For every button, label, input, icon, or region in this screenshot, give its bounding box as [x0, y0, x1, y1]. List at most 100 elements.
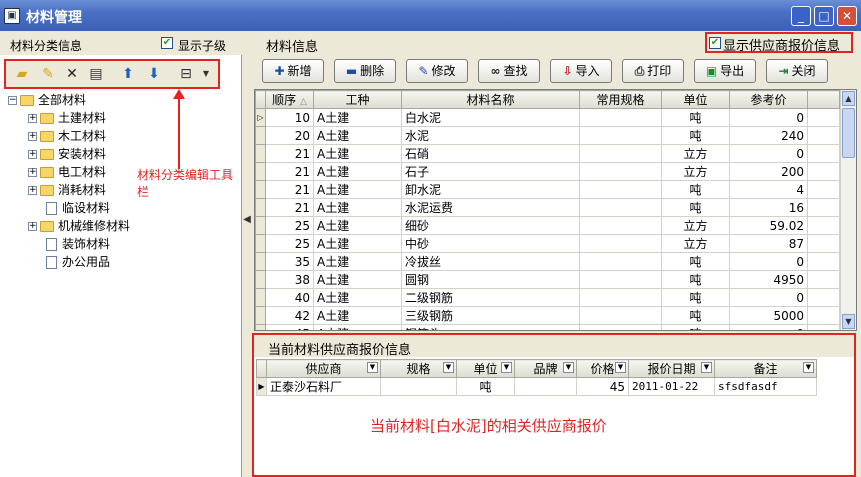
supplier-cell[interactable]: 2011-01-22 — [628, 377, 715, 396]
row-indicator[interactable] — [255, 198, 266, 217]
table-cell[interactable]: 38 — [265, 270, 314, 289]
close-button[interactable]: ⇥ 关闭 — [766, 59, 828, 83]
table-cell[interactable]: 40 — [265, 288, 314, 307]
table-cell[interactable]: 20 — [265, 126, 314, 145]
table-cell[interactable]: 0 — [729, 144, 808, 163]
show-children-checkbox[interactable]: ✔ — [161, 37, 173, 49]
filter-dropdown-icon[interactable]: ▼ — [501, 362, 512, 373]
delete-button[interactable]: ▬ 删除 — [334, 59, 396, 83]
table-cell[interactable]: 吨 — [661, 270, 730, 289]
column-header[interactable]: 常用规格 — [579, 90, 662, 109]
row-indicator[interactable] — [255, 288, 266, 307]
table-cell[interactable]: 钢筋头 — [401, 324, 580, 330]
edit-folder-icon[interactable]: ✎ — [38, 65, 58, 83]
table-cell[interactable] — [579, 270, 662, 289]
edit-button[interactable]: ✎ 修改 — [406, 59, 468, 83]
table-cell[interactable]: A土建 — [313, 234, 402, 253]
table-cell[interactable]: 25 — [265, 216, 314, 235]
table-cell[interactable]: 10 — [265, 108, 314, 127]
close-window-button[interactable]: ✕ — [837, 6, 857, 26]
supplier-grid[interactable]: 供应商 ▼ 规格 ▼ 单位 ▼ 品牌 ▼ 价格 ▼ 报价日期 ▼ 备注 ▼ ▶ 正泰沙石料厂吨 45 2011-… — [256, 359, 817, 396]
table-cell[interactable]: 0 — [729, 252, 808, 271]
supplier-column-header[interactable]: 备注 ▼ — [714, 359, 817, 378]
table-cell[interactable] — [579, 144, 662, 163]
table-cell[interactable]: A土建 — [313, 198, 402, 217]
tree-node-decoration[interactable]: 装饰材料 — [46, 235, 110, 251]
tree-node-all[interactable]: − 全部材料 — [8, 91, 86, 107]
table-cell[interactable]: 21 — [265, 180, 314, 199]
table-cell[interactable]: 4 — [729, 180, 808, 199]
table-cell[interactable]: A土建 — [313, 252, 402, 271]
table-cell[interactable]: 立方 — [661, 144, 730, 163]
table-cell[interactable]: 立方 — [661, 216, 730, 235]
supplier-cell[interactable] — [380, 377, 457, 396]
table-row[interactable]: 45A土建钢筋头 吨0 — [255, 324, 840, 330]
table-cell[interactable] — [579, 216, 662, 235]
table-cell[interactable] — [579, 108, 662, 127]
tree-node-machinery[interactable]: + 机械维修材料 — [28, 217, 130, 233]
table-row[interactable]: 21 A土建 水泥运费 吨 16 — [255, 198, 840, 217]
table-cell[interactable] — [579, 288, 662, 307]
table-cell[interactable]: A土建 — [313, 306, 402, 325]
table-cell[interactable]: 87 — [729, 234, 808, 253]
table-cell[interactable]: 21 — [265, 198, 314, 217]
table-row[interactable]: 21 A土建 石子 立方 200 — [255, 162, 840, 181]
scroll-down-icon[interactable]: ▼ — [842, 314, 855, 329]
table-cell[interactable]: 卸水泥 — [401, 180, 580, 199]
row-indicator[interactable] — [255, 126, 266, 145]
filter-dropdown-icon[interactable]: ▼ — [443, 362, 454, 373]
supplier-cell[interactable] — [514, 377, 577, 396]
expand-icon[interactable]: + — [28, 186, 37, 195]
expand-icon[interactable]: + — [28, 114, 37, 123]
table-cell[interactable] — [579, 234, 662, 253]
supplier-row[interactable]: ▶ 正泰沙石料厂 吨 45 2011-01-22 sfsdfasdf — [256, 377, 817, 396]
tree-node-office[interactable]: 办公用品 — [46, 253, 110, 269]
tree-node-civil[interactable]: + 土建材料 — [28, 109, 106, 125]
panel-splitter[interactable]: ◀ — [242, 160, 252, 280]
supplier-column-header[interactable]: 品牌 ▼ — [514, 359, 577, 378]
table-cell[interactable] — [579, 306, 662, 325]
table-row[interactable]: 21 A土建 石硝 立方 0 — [255, 144, 840, 163]
table-row[interactable]: ▷ 10 A土建 白水泥 吨 0 — [255, 108, 840, 127]
table-row[interactable]: 35 A土建 冷拔丝 吨 0 — [255, 252, 840, 271]
tree-node-consumables[interactable]: + 消耗材料 — [28, 181, 106, 197]
table-cell[interactable]: 200 — [729, 162, 808, 181]
supplier-cell[interactable]: 吨 — [456, 377, 515, 396]
table-cell[interactable]: 21 — [265, 162, 314, 181]
table-cell[interactable]: A土建 — [313, 126, 402, 145]
table-cell[interactable]: 吨 — [661, 180, 730, 199]
filter-dropdown-icon[interactable]: ▼ — [701, 362, 712, 373]
filter-dropdown-icon[interactable]: ▼ — [367, 362, 378, 373]
table-cell[interactable]: 细砂 — [401, 216, 580, 235]
supplier-cell[interactable]: 正泰沙石料厂 — [266, 377, 381, 396]
table-cell[interactable] — [579, 252, 662, 271]
row-indicator[interactable] — [255, 252, 266, 271]
row-indicator[interactable] — [255, 216, 266, 235]
table-cell[interactable]: 0 — [729, 324, 808, 330]
table-cell[interactable]: 立方 — [661, 162, 730, 181]
table-cell[interactable]: A土建 — [313, 108, 402, 127]
row-indicator[interactable] — [255, 144, 266, 163]
new-folder-icon[interactable]: ▰ — [12, 65, 32, 83]
table-cell[interactable] — [579, 180, 662, 199]
find-button[interactable]: ∞ 查找 — [478, 59, 540, 83]
table-cell[interactable]: 吨 — [661, 198, 730, 217]
table-cell[interactable] — [579, 324, 662, 330]
table-cell[interactable]: 立方 — [661, 234, 730, 253]
collapse-icon[interactable]: − — [8, 96, 17, 105]
delete-icon[interactable]: ✕ — [62, 65, 82, 83]
expand-icon[interactable]: + — [28, 222, 37, 231]
table-row[interactable]: 20 A土建 水泥 吨 240 — [255, 126, 840, 145]
material-grid[interactable]: 顺序 △ 工种 材料名称 常用规格 单位 参考价 ▷ 10 A土建 白水泥吨 0 20 A土… — [254, 89, 857, 331]
column-header[interactable]: 参考价 — [729, 90, 808, 109]
tree-node-temporary[interactable]: 临设材料 — [46, 199, 110, 215]
column-header[interactable]: 顺序 △ — [265, 90, 314, 109]
tree-options-icon[interactable]: ⊟ — [176, 65, 196, 83]
table-cell[interactable]: 冷拔丝 — [401, 252, 580, 271]
tree-node-installation[interactable]: + 安装材料 — [28, 145, 106, 161]
table-cell[interactable]: 石子 — [401, 162, 580, 181]
current-row-indicator-icon[interactable]: ▶ — [256, 377, 267, 396]
table-cell[interactable]: 42 — [265, 306, 314, 325]
table-cell[interactable] — [579, 126, 662, 145]
row-indicator[interactable] — [255, 180, 266, 199]
